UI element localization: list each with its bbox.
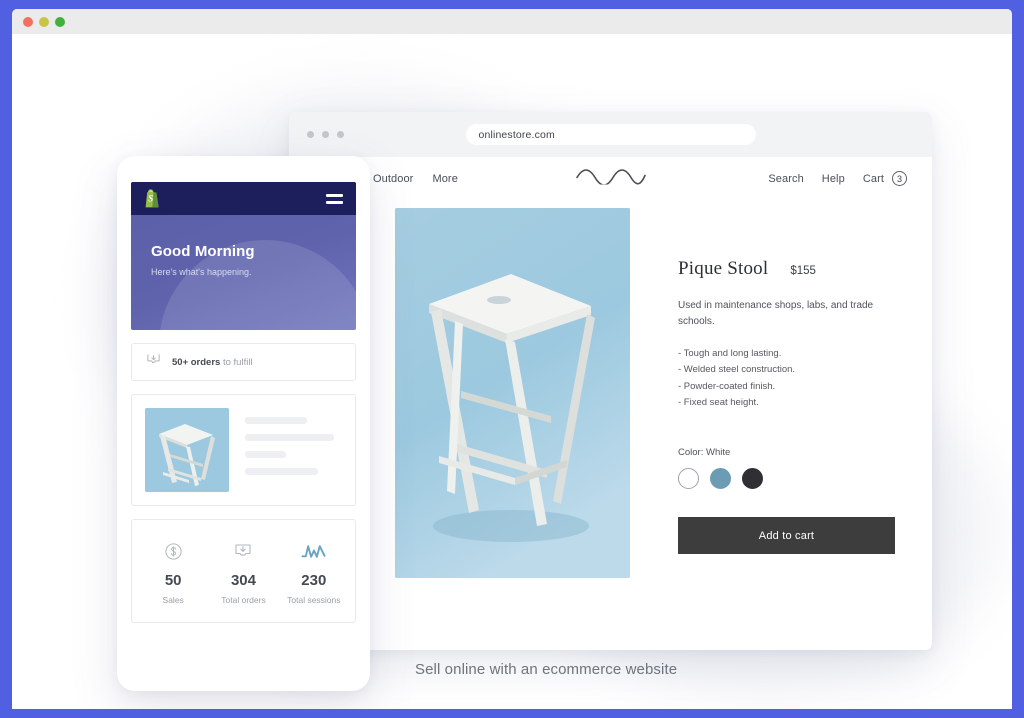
sessions-chart-icon: [279, 539, 349, 563]
product-title: Pique Stool: [678, 258, 769, 279]
orders-to-fulfill-card[interactable]: 50+ orders to fulfill: [131, 343, 356, 381]
greeting-subtitle: Here's what's happening.: [151, 267, 252, 277]
product-feature-list: - Tough and long lasting. - Welded steel…: [678, 346, 880, 411]
app-header: S Good Morning Here's what's happening.: [131, 182, 356, 330]
browser-chrome: onlinestore.com: [289, 112, 932, 157]
nav-item-search[interactable]: Search: [768, 173, 803, 185]
shopify-bag-icon: S: [144, 189, 161, 208]
color-swatch-blue[interactable]: [710, 468, 731, 490]
stat-value: 50: [164, 572, 182, 589]
browser-maximize-icon[interactable]: [337, 131, 344, 138]
svg-text:S: S: [148, 194, 153, 204]
product-info: Pique Stool $155 Used in maintenance sho…: [630, 208, 895, 578]
stat-value: 230: [301, 572, 327, 589]
product-description: Used in maintenance shops, labs, and tra…: [678, 300, 874, 327]
product-title-row: Pique Stool $155: [678, 258, 880, 280]
dollar-circle-icon: [138, 539, 208, 563]
stat-sales: 50 Sales: [138, 539, 208, 605]
hamburger-menu-icon[interactable]: [326, 193, 343, 204]
product-price: $155: [790, 265, 816, 277]
phone-mockup: S Good Morning Here's what's happening.: [117, 156, 370, 691]
greeting-title: Good Morning: [151, 243, 255, 260]
skeleton-placeholder-group: [245, 408, 342, 485]
maximize-icon[interactable]: [55, 16, 65, 27]
stats-card: 50 Sales 304 Total orders 230 Total sess…: [131, 519, 356, 623]
close-icon[interactable]: [23, 16, 33, 27]
nav-item-cart[interactable]: Cart: [863, 173, 884, 185]
caption-text: Sell online with an ecommerce website: [415, 661, 678, 678]
product-image: [395, 208, 630, 578]
stat-label: Total sessions: [287, 595, 341, 605]
app-topbar: S: [131, 182, 356, 215]
product-thumbnail: [145, 408, 229, 492]
stat-total-sessions: 230 Total sessions: [279, 539, 349, 605]
skeleton-line: [245, 417, 308, 424]
stat-label: Total orders: [221, 595, 266, 605]
nav-item-outdoor[interactable]: Outdoor: [373, 173, 413, 185]
outer-window: onlinestore.com Outdoor More Search Help…: [12, 9, 1012, 709]
app-product-card[interactable]: [131, 394, 356, 506]
product-feature: - Fixed seat height.: [678, 396, 759, 408]
product-detail-section: Pique Stool $155 Used in maintenance sho…: [289, 200, 932, 578]
color-label: Color: White: [678, 447, 731, 459]
greeting-block: Good Morning Here's what's happening.: [131, 215, 356, 277]
site-nav-right: Search Help Cart 3: [768, 171, 907, 186]
nav-item-help[interactable]: Help: [822, 173, 845, 185]
stat-label: Sales: [162, 595, 184, 605]
skeleton-line: [245, 468, 318, 475]
address-bar-text: onlinestore.com: [478, 128, 555, 141]
cart-count-badge: 3: [892, 171, 907, 186]
window-titlebar: [12, 9, 1012, 34]
site-header: Outdoor More Search Help Cart 3: [289, 157, 932, 200]
add-to-cart-button[interactable]: Add to cart: [678, 517, 895, 555]
browser-minimize-icon[interactable]: [322, 131, 329, 138]
address-bar[interactable]: onlinestore.com: [465, 124, 756, 145]
color-swatch-group: [678, 468, 880, 490]
product-feature: - Welded steel construction.: [678, 364, 796, 376]
product-feature: - Tough and long lasting.: [678, 348, 782, 359]
orders-count: 50+ orders: [172, 356, 221, 368]
orders-suffix: to fulfill: [220, 356, 253, 368]
minimize-icon[interactable]: [39, 16, 49, 27]
skeleton-line: [245, 434, 335, 441]
orders-inbox-icon: [208, 539, 278, 563]
color-swatch-charcoal[interactable]: [742, 468, 763, 490]
color-swatch-white[interactable]: [678, 468, 699, 490]
product-feature: - Powder-coated finish.: [678, 380, 776, 392]
browser-close-icon[interactable]: [307, 131, 314, 138]
site-nav-left: Outdoor More: [373, 173, 458, 185]
window-canvas: onlinestore.com Outdoor More Search Help…: [12, 34, 1012, 709]
orders-inbox-icon: [146, 352, 161, 372]
stat-total-orders: 304 Total orders: [208, 539, 278, 605]
stat-value: 304: [230, 572, 256, 589]
browser-window-controls: [307, 131, 344, 138]
skeleton-line: [245, 451, 286, 458]
wave-logo-icon[interactable]: [575, 168, 647, 189]
browser-mockup: onlinestore.com Outdoor More Search Help…: [289, 112, 932, 650]
orders-text: 50+ orders to fulfill: [172, 357, 253, 368]
nav-item-more[interactable]: More: [432, 173, 457, 185]
